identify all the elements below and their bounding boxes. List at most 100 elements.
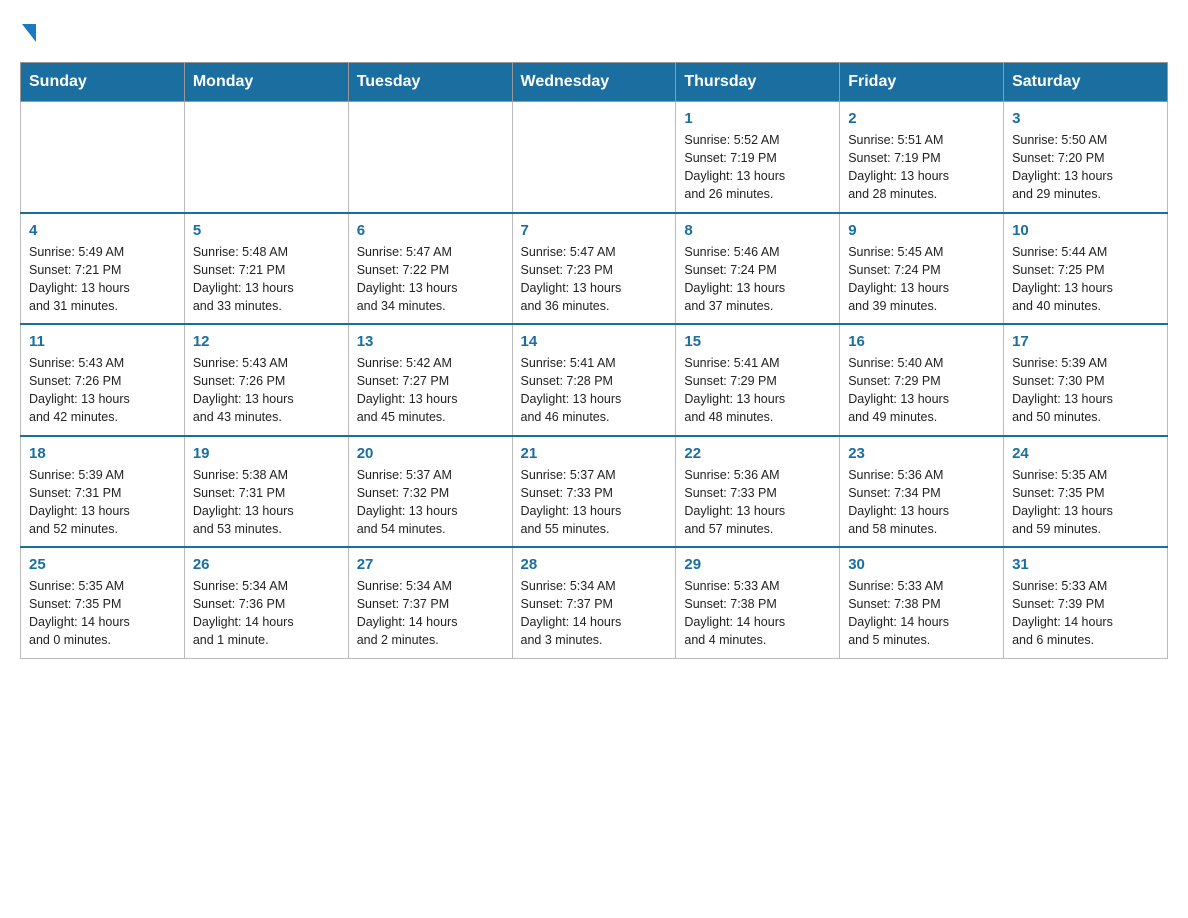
- calendar-day-cell: 13 Sunrise: 5:42 AMSunset: 7:27 PMDayligh…: [348, 324, 512, 436]
- calendar-day-cell: 10Sunrise: 5:44 AMSunset: 7:25 PMDayligh…: [1004, 213, 1168, 325]
- calendar-table: SundayMondayTuesdayWednesdayThursdayFrid…: [20, 62, 1168, 659]
- day-info: Sunrise: 5:34 AMSunset: 7:37 PMDaylight:…: [357, 577, 504, 650]
- day-info: Sunrise: 5:36 AMSunset: 7:33 PMDaylight:…: [684, 466, 831, 539]
- calendar-day-cell: 20 Sunrise: 5:37 AMSunset: 7:32 PMDayligh…: [348, 436, 512, 548]
- calendar-day-cell: 26 Sunrise: 5:34 AMSunset: 7:36 PMDayligh…: [184, 547, 348, 658]
- day-of-week-header: Friday: [840, 63, 1004, 102]
- day-info: Sunrise: 5:46 AMSunset: 7:24 PMDaylight:…: [684, 243, 831, 316]
- calendar-day-cell: 23Sunrise: 5:36 AMSunset: 7:34 PMDayligh…: [840, 436, 1004, 548]
- day-of-week-header: Monday: [184, 63, 348, 102]
- calendar-day-cell: 24 Sunrise: 5:35 AMSunset: 7:35 PMDayligh…: [1004, 436, 1168, 548]
- day-number: 6: [357, 222, 504, 239]
- day-number: 21: [521, 445, 668, 462]
- day-info: Sunrise: 5:33 AMSunset: 7:38 PMDaylight:…: [848, 577, 995, 650]
- day-number: 2: [848, 110, 995, 127]
- calendar-day-cell: 1 Sunrise: 5:52 AMSunset: 7:19 PMDaylight…: [676, 102, 840, 213]
- day-number: 5: [193, 222, 340, 239]
- calendar-week-row: 18 Sunrise: 5:39 AMSunset: 7:31 PMDayligh…: [21, 436, 1168, 548]
- calendar-day-cell: 12Sunrise: 5:43 AMSunset: 7:26 PMDayligh…: [184, 324, 348, 436]
- day-of-week-header: Wednesday: [512, 63, 676, 102]
- day-info: Sunrise: 5:49 AMSunset: 7:21 PMDaylight:…: [29, 243, 176, 316]
- calendar-day-cell: 9 Sunrise: 5:45 AMSunset: 7:24 PMDaylight…: [840, 213, 1004, 325]
- day-number: 29: [684, 556, 831, 573]
- calendar-day-cell: [348, 102, 512, 213]
- calendar-day-cell: [21, 102, 185, 213]
- calendar-day-cell: 31 Sunrise: 5:33 AMSunset: 7:39 PMDayligh…: [1004, 547, 1168, 658]
- day-info: Sunrise: 5:36 AMSunset: 7:34 PMDaylight:…: [848, 466, 995, 539]
- calendar-day-cell: 21 Sunrise: 5:37 AMSunset: 7:33 PMDayligh…: [512, 436, 676, 548]
- calendar-week-row: 1 Sunrise: 5:52 AMSunset: 7:19 PMDaylight…: [21, 102, 1168, 213]
- calendar-day-cell: 25 Sunrise: 5:35 AMSunset: 7:35 PMDayligh…: [21, 547, 185, 658]
- day-info: Sunrise: 5:41 AMSunset: 7:28 PMDaylight:…: [521, 354, 668, 427]
- day-info: Sunrise: 5:41 AMSunset: 7:29 PMDaylight:…: [684, 354, 831, 427]
- calendar-day-cell: 14 Sunrise: 5:41 AMSunset: 7:28 PMDayligh…: [512, 324, 676, 436]
- day-info: Sunrise: 5:34 AMSunset: 7:37 PMDaylight:…: [521, 577, 668, 650]
- day-info: Sunrise: 5:39 AMSunset: 7:31 PMDaylight:…: [29, 466, 176, 539]
- day-number: 10: [1012, 222, 1159, 239]
- day-info: Sunrise: 5:35 AMSunset: 7:35 PMDaylight:…: [1012, 466, 1159, 539]
- page-header: [20, 20, 1168, 42]
- day-info: Sunrise: 5:33 AMSunset: 7:38 PMDaylight:…: [684, 577, 831, 650]
- day-number: 20: [357, 445, 504, 462]
- day-number: 12: [193, 333, 340, 350]
- calendar-week-row: 4 Sunrise: 5:49 AMSunset: 7:21 PMDaylight…: [21, 213, 1168, 325]
- day-number: 22: [684, 445, 831, 462]
- calendar-day-cell: 15Sunrise: 5:41 AMSunset: 7:29 PMDayligh…: [676, 324, 840, 436]
- calendar-day-cell: 4 Sunrise: 5:49 AMSunset: 7:21 PMDaylight…: [21, 213, 185, 325]
- day-info: Sunrise: 5:51 AMSunset: 7:19 PMDaylight:…: [848, 131, 995, 204]
- day-info: Sunrise: 5:39 AMSunset: 7:30 PMDaylight:…: [1012, 354, 1159, 427]
- day-number: 28: [521, 556, 668, 573]
- day-number: 13: [357, 333, 504, 350]
- calendar-day-cell: 29 Sunrise: 5:33 AMSunset: 7:38 PMDayligh…: [676, 547, 840, 658]
- calendar-week-row: 25 Sunrise: 5:35 AMSunset: 7:35 PMDayligh…: [21, 547, 1168, 658]
- day-number: 16: [848, 333, 995, 350]
- day-number: 26: [193, 556, 340, 573]
- day-number: 24: [1012, 445, 1159, 462]
- day-number: 18: [29, 445, 176, 462]
- day-info: Sunrise: 5:45 AMSunset: 7:24 PMDaylight:…: [848, 243, 995, 316]
- calendar-day-cell: 18 Sunrise: 5:39 AMSunset: 7:31 PMDayligh…: [21, 436, 185, 548]
- day-info: Sunrise: 5:47 AMSunset: 7:22 PMDaylight:…: [357, 243, 504, 316]
- day-number: 7: [521, 222, 668, 239]
- calendar-day-cell: 19Sunrise: 5:38 AMSunset: 7:31 PMDayligh…: [184, 436, 348, 548]
- day-number: 19: [193, 445, 340, 462]
- day-number: 30: [848, 556, 995, 573]
- day-info: Sunrise: 5:52 AMSunset: 7:19 PMDaylight:…: [684, 131, 831, 204]
- day-number: 9: [848, 222, 995, 239]
- day-number: 1: [684, 110, 831, 127]
- day-info: Sunrise: 5:47 AMSunset: 7:23 PMDaylight:…: [521, 243, 668, 316]
- day-number: 4: [29, 222, 176, 239]
- calendar-day-cell: 2 Sunrise: 5:51 AMSunset: 7:19 PMDaylight…: [840, 102, 1004, 213]
- day-info: Sunrise: 5:48 AMSunset: 7:21 PMDaylight:…: [193, 243, 340, 316]
- day-number: 31: [1012, 556, 1159, 573]
- day-of-week-header: Sunday: [21, 63, 185, 102]
- day-info: Sunrise: 5:37 AMSunset: 7:33 PMDaylight:…: [521, 466, 668, 539]
- day-number: 27: [357, 556, 504, 573]
- calendar-day-cell: [512, 102, 676, 213]
- day-number: 3: [1012, 110, 1159, 127]
- day-info: Sunrise: 5:37 AMSunset: 7:32 PMDaylight:…: [357, 466, 504, 539]
- calendar-day-cell: 3 Sunrise: 5:50 AMSunset: 7:20 PMDaylight…: [1004, 102, 1168, 213]
- calendar-day-cell: 6 Sunrise: 5:47 AMSunset: 7:22 PMDaylight…: [348, 213, 512, 325]
- logo-triangle-icon: [22, 24, 36, 42]
- day-number: 14: [521, 333, 668, 350]
- calendar-day-cell: 11 Sunrise: 5:43 AMSunset: 7:26 PMDayligh…: [21, 324, 185, 436]
- calendar-week-row: 11 Sunrise: 5:43 AMSunset: 7:26 PMDayligh…: [21, 324, 1168, 436]
- day-number: 11: [29, 333, 176, 350]
- calendar-day-cell: 7 Sunrise: 5:47 AMSunset: 7:23 PMDaylight…: [512, 213, 676, 325]
- calendar-day-cell: 16Sunrise: 5:40 AMSunset: 7:29 PMDayligh…: [840, 324, 1004, 436]
- day-info: Sunrise: 5:34 AMSunset: 7:36 PMDaylight:…: [193, 577, 340, 650]
- day-info: Sunrise: 5:50 AMSunset: 7:20 PMDaylight:…: [1012, 131, 1159, 204]
- day-number: 25: [29, 556, 176, 573]
- calendar-day-cell: [184, 102, 348, 213]
- day-info: Sunrise: 5:35 AMSunset: 7:35 PMDaylight:…: [29, 577, 176, 650]
- calendar-day-cell: 17Sunrise: 5:39 AMSunset: 7:30 PMDayligh…: [1004, 324, 1168, 436]
- day-info: Sunrise: 5:42 AMSunset: 7:27 PMDaylight:…: [357, 354, 504, 427]
- day-info: Sunrise: 5:33 AMSunset: 7:39 PMDaylight:…: [1012, 577, 1159, 650]
- calendar-day-cell: 8Sunrise: 5:46 AMSunset: 7:24 PMDaylight…: [676, 213, 840, 325]
- calendar-header-row: SundayMondayTuesdayWednesdayThursdayFrid…: [21, 63, 1168, 102]
- day-of-week-header: Thursday: [676, 63, 840, 102]
- calendar-day-cell: 28 Sunrise: 5:34 AMSunset: 7:37 PMDayligh…: [512, 547, 676, 658]
- logo: [20, 20, 72, 42]
- day-info: Sunrise: 5:43 AMSunset: 7:26 PMDaylight:…: [29, 354, 176, 427]
